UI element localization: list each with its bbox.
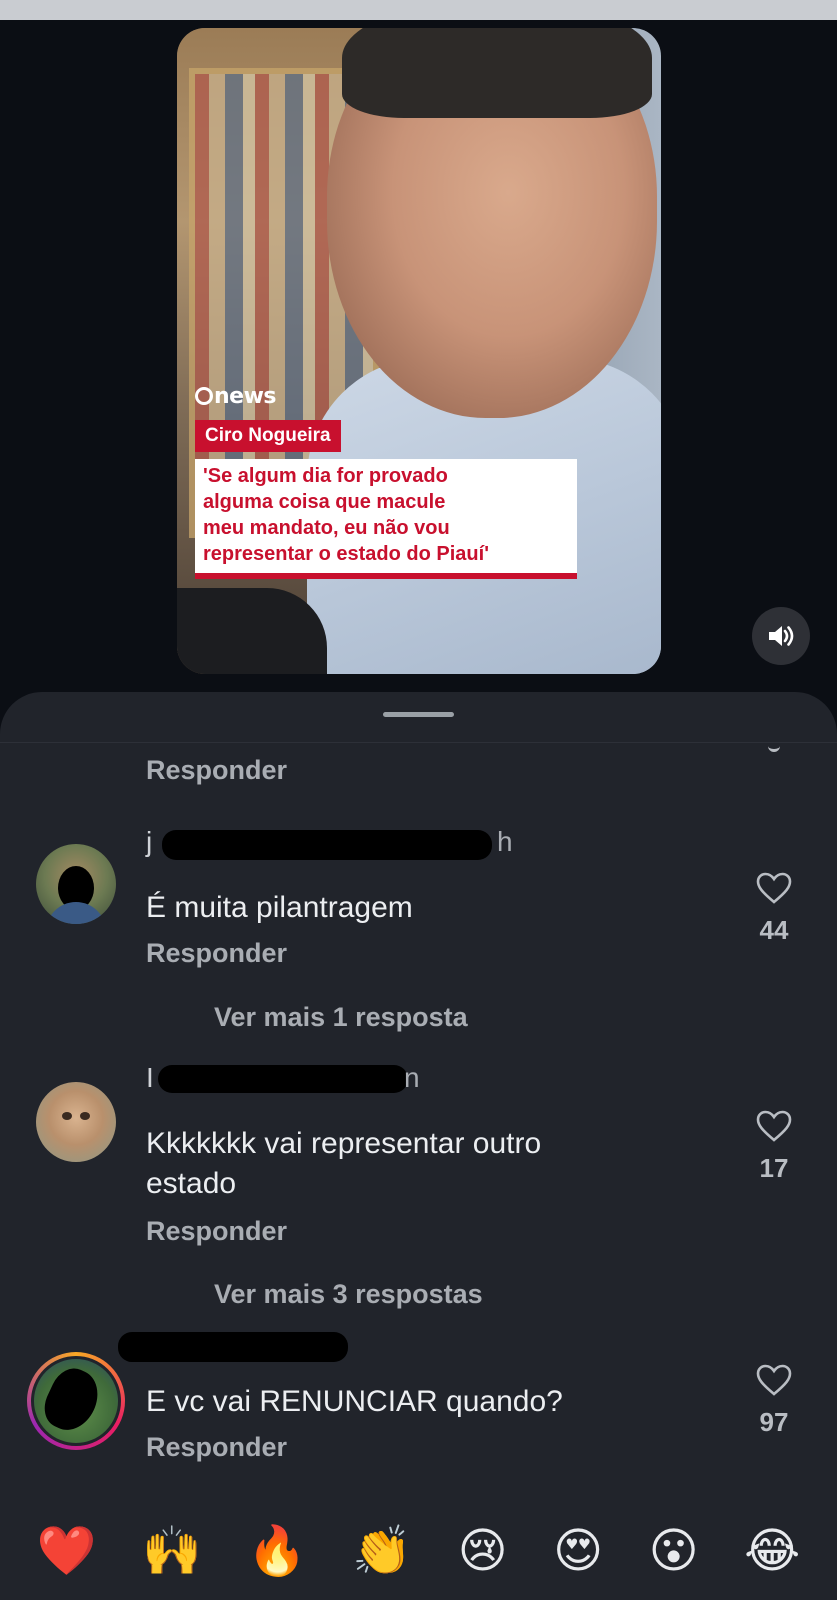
reaction-raising-hands[interactable]: 🙌 bbox=[142, 1521, 202, 1581]
comment-time: n bbox=[404, 1062, 420, 1093]
avatar-eye bbox=[62, 1112, 72, 1120]
quote-line: alguma coisa que macule bbox=[203, 491, 446, 513]
like-count: 97 bbox=[759, 1407, 789, 1437]
channel-label: news bbox=[214, 384, 277, 409]
previous-like-count bbox=[768, 745, 780, 752]
comment-text-line: Kkkkkkk vai representar outro bbox=[146, 1127, 542, 1160]
heart-icon bbox=[756, 1110, 792, 1142]
quote-line: meu mandato, eu não vou bbox=[203, 517, 450, 539]
comment-time: h bbox=[497, 826, 513, 857]
comments-sheet: Responder j h É muita pilantragem Respon… bbox=[0, 692, 837, 1600]
globo-icon bbox=[195, 387, 213, 405]
speaker-icon bbox=[769, 626, 794, 646]
avatar-redaction bbox=[37, 1361, 107, 1439]
name-tag: Ciro Nogueira bbox=[195, 420, 341, 452]
heart-icon bbox=[756, 872, 792, 904]
reply-button[interactable]: Responder bbox=[146, 938, 287, 969]
reaction-surprised[interactable]: 😮 bbox=[649, 1521, 699, 1581]
status-bar bbox=[0, 0, 837, 20]
video-player[interactable]: news Ciro Nogueira 'Se algum dia for pro… bbox=[177, 28, 661, 674]
view-more-replies-button[interactable]: Ver mais 3 respostas bbox=[214, 1279, 483, 1310]
username-redaction bbox=[158, 1065, 408, 1093]
video-person-hair bbox=[342, 28, 652, 118]
gnews-logo: news bbox=[195, 384, 277, 409]
reaction-heart[interactable]: ❤️ bbox=[37, 1521, 97, 1581]
avatar-story-ring[interactable] bbox=[27, 1352, 125, 1450]
sheet-divider bbox=[0, 742, 837, 743]
reaction-fire[interactable]: 🔥 bbox=[247, 1521, 307, 1581]
like-button[interactable]: 44 bbox=[744, 872, 804, 946]
comment-username[interactable]: I bbox=[146, 1062, 154, 1094]
view-more-replies-button[interactable]: Ver mais 1 resposta bbox=[214, 1002, 468, 1033]
quote-line: 'Se algum dia for provado bbox=[203, 465, 448, 487]
reply-button[interactable]: Responder bbox=[146, 755, 287, 786]
quote-caption: 'Se algum dia for provado alguma coisa q… bbox=[195, 459, 577, 579]
video-microphone-arm bbox=[177, 588, 327, 674]
sound-toggle-button[interactable] bbox=[752, 607, 810, 665]
sheet-drag-handle[interactable] bbox=[383, 712, 454, 717]
username-redaction bbox=[162, 830, 492, 860]
reaction-laughing[interactable]: 😂 bbox=[744, 1521, 800, 1581]
comment-text: É muita pilantragem bbox=[146, 891, 413, 924]
like-count: 44 bbox=[759, 915, 789, 945]
avatar-shirt bbox=[46, 902, 106, 924]
reaction-crying[interactable]: 😢 bbox=[458, 1521, 508, 1581]
like-button[interactable]: 97 bbox=[744, 1364, 804, 1438]
comment-text-line: estado bbox=[146, 1167, 237, 1200]
comment-username[interactable]: j bbox=[146, 826, 152, 858]
reply-button[interactable]: Responder bbox=[146, 1216, 287, 1247]
reaction-heart-eyes[interactable]: 😍 bbox=[553, 1521, 603, 1581]
comment-text: E vc vai RENUNCIAR quando? bbox=[146, 1385, 563, 1418]
reaction-clapping[interactable]: 👏 bbox=[352, 1521, 412, 1581]
heart-icon bbox=[756, 1364, 792, 1396]
comment-text: Kkkkkkk vai representar outro estado bbox=[146, 1124, 541, 1204]
like-button[interactable]: 17 bbox=[744, 1110, 804, 1184]
reaction-bar: ❤️ 🙌 🔥 👏 😢 😍 😮 😂 bbox=[0, 1502, 837, 1600]
like-count: 17 bbox=[759, 1153, 789, 1183]
avatar[interactable] bbox=[36, 1082, 116, 1162]
avatar-eye bbox=[80, 1112, 90, 1120]
avatar bbox=[31, 1356, 121, 1446]
avatar[interactable] bbox=[36, 844, 116, 924]
username-redaction bbox=[118, 1332, 348, 1362]
reply-button[interactable]: Responder bbox=[146, 1432, 287, 1463]
quote-line: representar o estado do Piauí' bbox=[203, 543, 489, 565]
